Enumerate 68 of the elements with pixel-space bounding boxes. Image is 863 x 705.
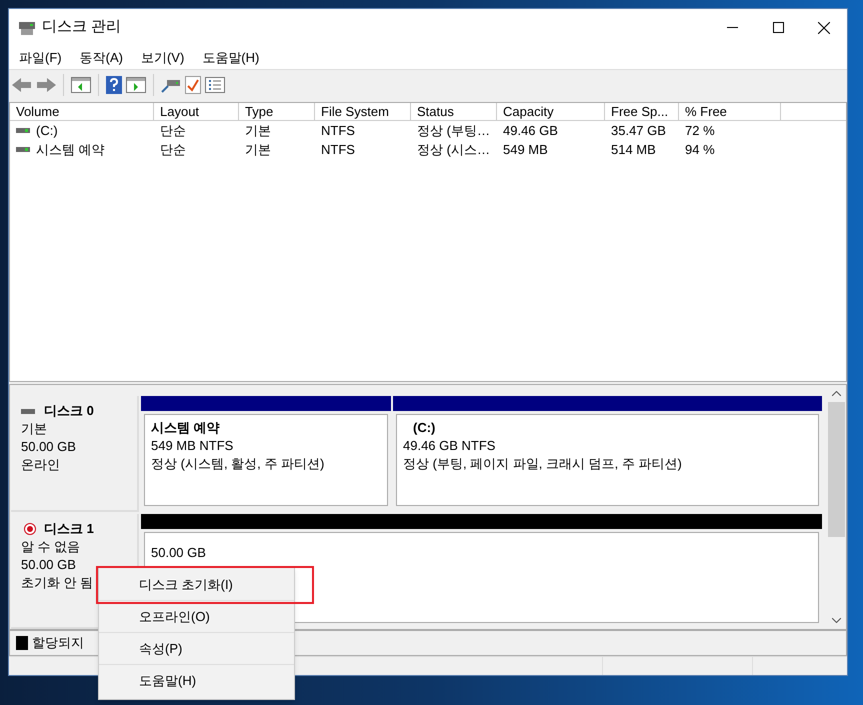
menu-item[interactable]: 도움말(H) (99, 665, 294, 697)
column-header[interactable]: Type (239, 103, 315, 120)
partition-detail: 549 MB NTFS (151, 437, 234, 455)
menu-item[interactable]: 속성(P) (99, 633, 294, 665)
partition-detail: 정상 (부팅, 페이지 파일, 크래시 덤프, 주 파티션) (403, 455, 683, 473)
table-cell-text: 정상 (시스… (417, 140, 490, 159)
scroll-down-icon[interactable] (832, 618, 840, 623)
table-cell-text: 49.46 GB (503, 122, 558, 140)
checklist-icon[interactable] (185, 76, 201, 94)
disk-info-panel[interactable]: 디스크 0 기본 50.00 GB 온라인 (11, 396, 139, 512)
menu-item[interactable]: 오프라인(O) (99, 601, 294, 633)
menu-item[interactable]: 디스크 초기화(I) (99, 569, 294, 601)
column-header[interactable]: Free Sp... (605, 103, 679, 120)
maximize-icon (772, 22, 784, 33)
partition-title: (C:) (412, 419, 436, 437)
table-cell-text: 35.47 GB (611, 122, 666, 140)
panel-icon[interactable] (71, 76, 91, 92)
partition-detail: 50.00 GB (151, 544, 207, 562)
table-cell-text: 기본 (245, 122, 271, 140)
table-cell-text: 514 MB (611, 140, 656, 159)
table-cell-text: 72 % (685, 122, 715, 140)
disk-detail: 온라인 (21, 456, 61, 474)
table-cell-text: 549 MB (503, 140, 548, 159)
menu-item[interactable]: 도움말(H) (202, 48, 260, 68)
disk-name: 디스크 1 (44, 520, 94, 538)
help-icon[interactable] (106, 76, 122, 94)
scrollbar-thumb[interactable] (828, 402, 844, 537)
partition-detail: 49.46 GB NTFS (403, 437, 496, 455)
table-cell-text: 단순 (160, 122, 186, 140)
table-cell-text: 정상 (부팅… (417, 122, 490, 140)
partition-detail: 정상 (시스템, 활성, 주 파티션) (151, 455, 326, 473)
disk-name: 디스크 0 (44, 402, 94, 420)
window-title: 디스크 관리 (42, 17, 122, 38)
drive-icon (21, 408, 35, 414)
legend-label: 할당되지 (32, 634, 84, 652)
menu-item[interactable]: 보기(V) (140, 48, 184, 68)
column-header[interactable]: File System (315, 103, 411, 120)
column-header[interactable]: Layout (154, 103, 239, 120)
disk-detail: 50.00 GB (21, 438, 77, 456)
table-cell-text: 단순 (160, 140, 186, 159)
disk-detail: 기본 (21, 420, 48, 438)
partition-title: 시스템 예약 (151, 419, 221, 437)
table-cell-text: NTFS (321, 122, 355, 140)
disk-detail: 50.00 GB (21, 556, 77, 574)
table-cell-text: 기본 (245, 140, 271, 159)
disk-detail: 초기화 안 됨 (21, 574, 94, 592)
panel-icon[interactable] (126, 76, 146, 92)
drive-icon (16, 128, 30, 133)
menu-item[interactable]: 동작(A) (80, 48, 123, 68)
minimize-icon (726, 27, 738, 28)
disk-drive-icon (18, 20, 36, 36)
menu-item[interactable]: 파일(F) (19, 48, 62, 68)
close-icon (818, 22, 830, 34)
list-icon[interactable] (205, 76, 225, 92)
table-cell-text: 시스템 예약 (36, 140, 105, 159)
column-header[interactable]: Capacity (497, 103, 605, 120)
back-arrow-icon[interactable] (12, 76, 32, 92)
drive-icon (16, 147, 30, 152)
table-cell-text: NTFS (321, 140, 355, 159)
column-header[interactable]: % Free (679, 103, 781, 120)
column-header[interactable]: Status (411, 103, 497, 120)
table-cell-text: (C:) (36, 122, 58, 140)
column-header[interactable]: Volume (10, 103, 154, 120)
table-cell-text: 94 % (685, 140, 715, 159)
disk-detail: 알 수 없음 (21, 538, 82, 556)
forward-arrow-icon[interactable] (36, 76, 56, 92)
scroll-up-icon[interactable] (832, 391, 840, 396)
scrollbar[interactable] (826, 385, 846, 629)
